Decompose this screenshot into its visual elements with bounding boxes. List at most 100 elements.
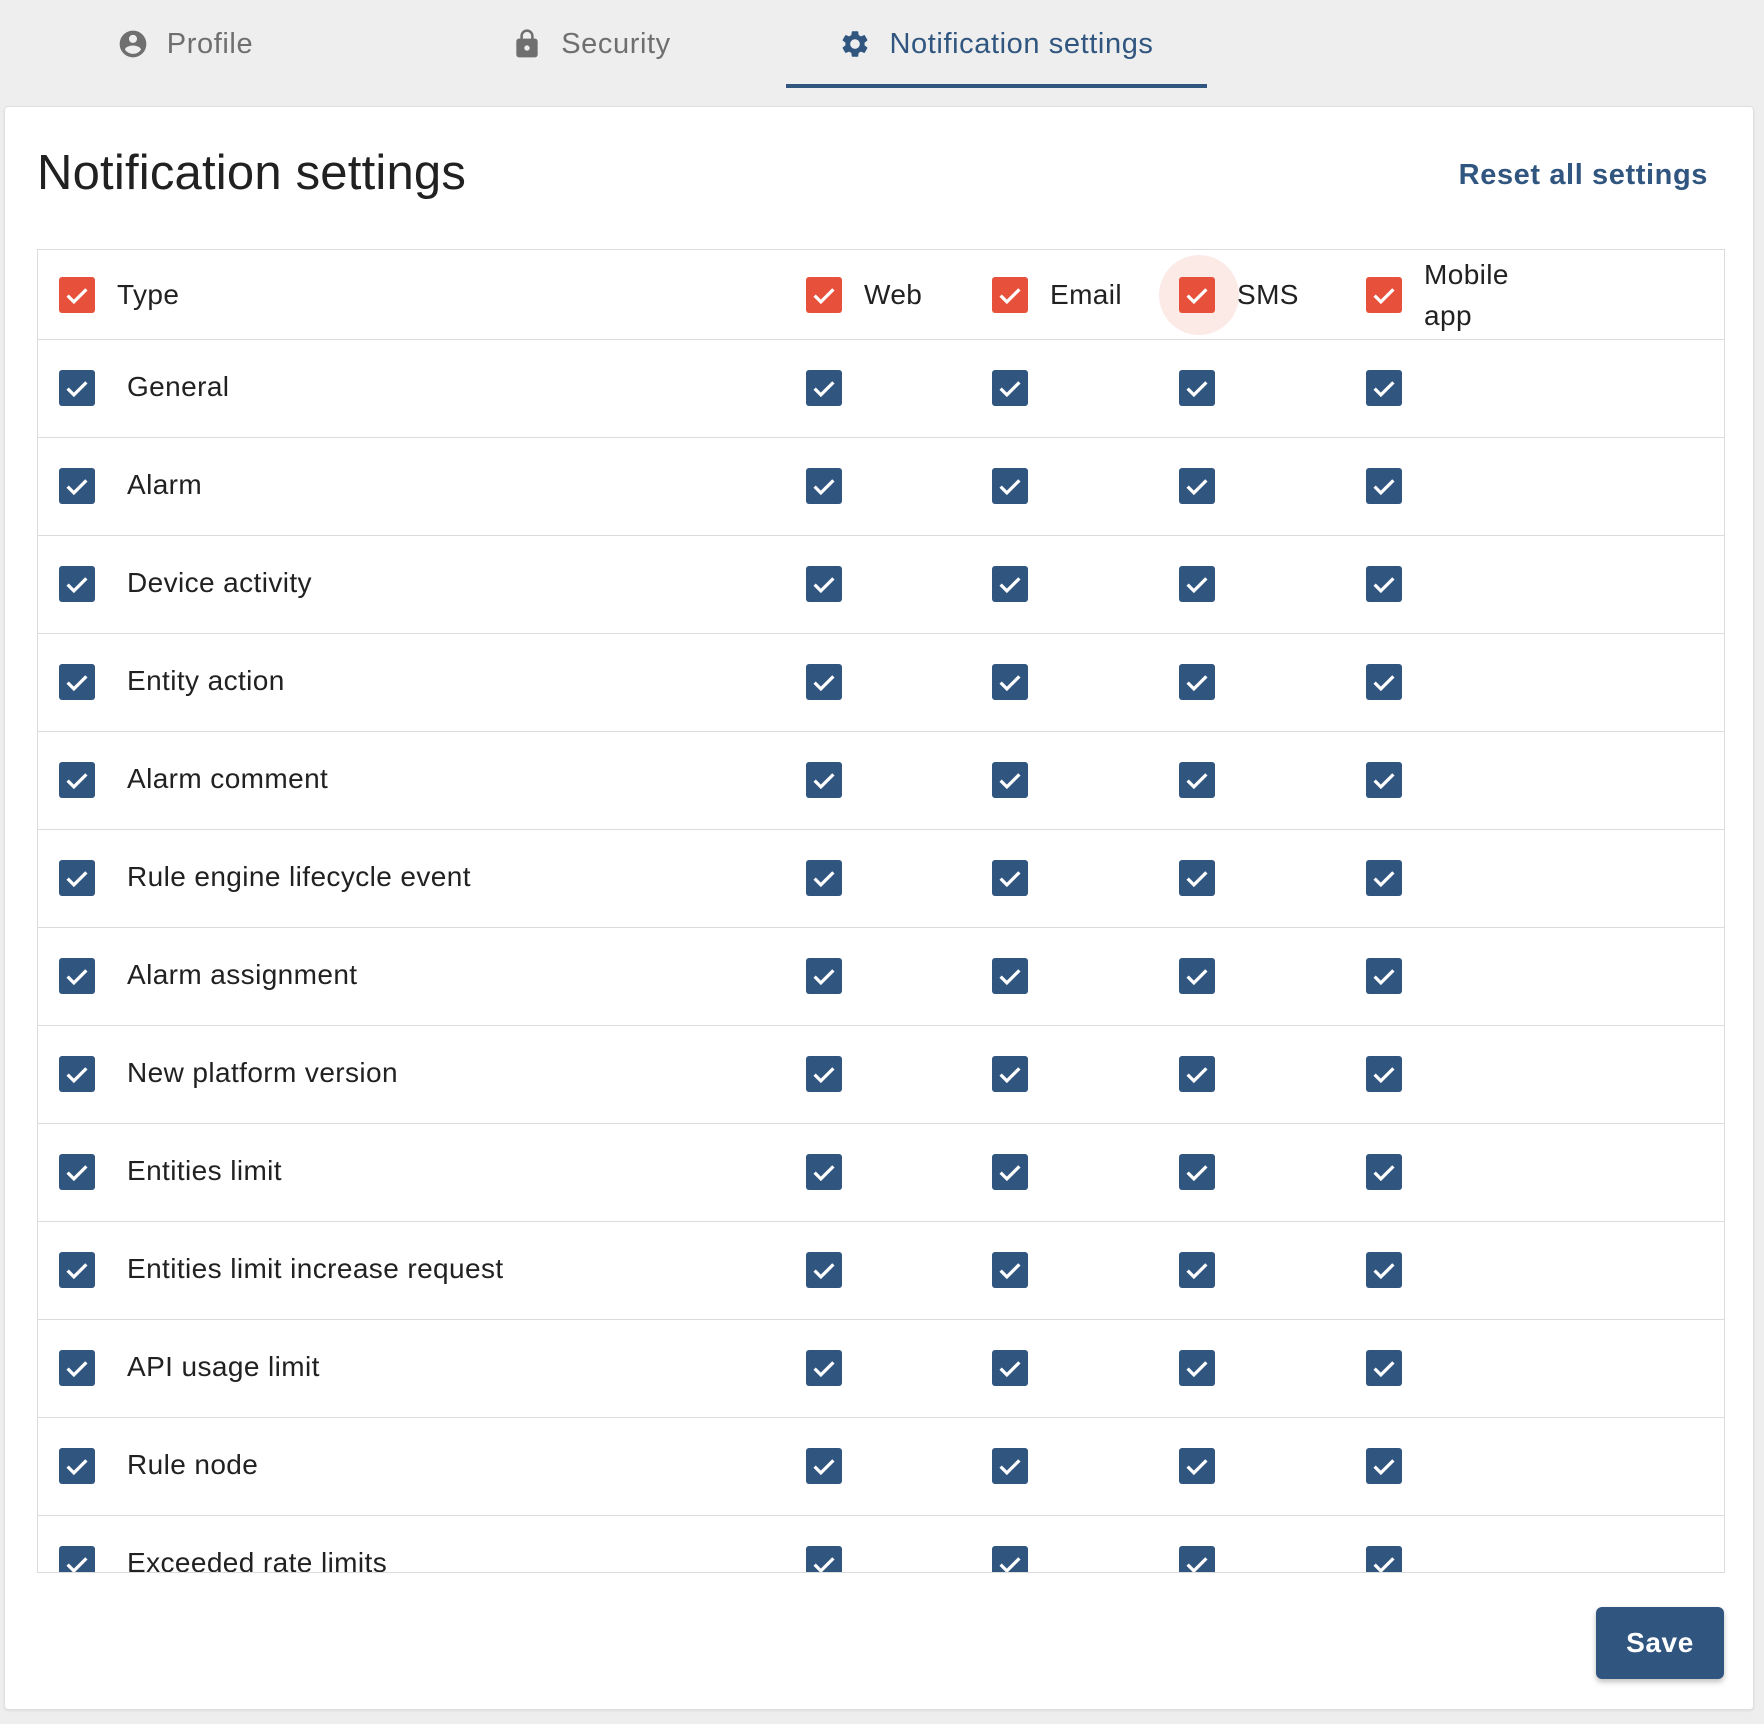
mobile-app-checkbox[interactable]	[1366, 958, 1402, 994]
check-icon	[1373, 1067, 1395, 1084]
row-select-checkbox[interactable]	[59, 860, 95, 896]
gear-icon	[839, 28, 871, 60]
row-type-label: Rule engine lifecycle event	[127, 861, 471, 892]
save-button[interactable]: Save	[1596, 1607, 1724, 1679]
web-checkbox[interactable]	[806, 1056, 842, 1092]
web-checkbox[interactable]	[806, 566, 842, 602]
mobile-app-checkbox[interactable]	[1366, 468, 1402, 504]
email-checkbox[interactable]	[992, 1056, 1028, 1092]
web-checkbox[interactable]	[806, 1546, 842, 1572]
tab-notification-settings[interactable]: Notification settings	[786, 0, 1207, 88]
mobile-app-checkbox[interactable]	[1366, 664, 1402, 700]
mobile-app-checkbox[interactable]	[1366, 1056, 1402, 1092]
sms-checkbox[interactable]	[1179, 370, 1215, 406]
web-checkbox[interactable]	[806, 958, 842, 994]
row-select-checkbox[interactable]	[59, 1448, 95, 1484]
sms-checkbox[interactable]	[1179, 664, 1215, 700]
notification-table[interactable]: Type Web Email SMS Mobile app GeneralAl	[37, 249, 1725, 1573]
mobile-app-checkbox[interactable]	[1366, 1448, 1402, 1484]
email-checkbox[interactable]	[992, 1448, 1028, 1484]
row-type-label: Alarm assignment	[127, 959, 358, 990]
check-icon	[66, 675, 88, 692]
mobile-app-checkbox[interactable]	[1366, 1154, 1402, 1190]
email-checkbox[interactable]	[992, 958, 1028, 994]
email-checkbox[interactable]	[992, 860, 1028, 896]
web-checkbox[interactable]	[806, 370, 842, 406]
tab-label: Security	[561, 27, 671, 60]
mobile-app-checkbox[interactable]	[1366, 860, 1402, 896]
sms-checkbox[interactable]	[1179, 860, 1215, 896]
sms-checkbox[interactable]	[1179, 958, 1215, 994]
table-row: New platform version	[38, 1026, 1724, 1124]
row-select-checkbox[interactable]	[59, 1350, 95, 1386]
check-icon	[1186, 288, 1208, 305]
check-icon	[813, 1557, 835, 1572]
tab-security[interactable]: Security	[486, 0, 696, 88]
sms-checkbox[interactable]	[1179, 1350, 1215, 1386]
header-mobile-app: Mobile app	[1424, 254, 1509, 336]
check-icon	[1373, 1557, 1395, 1572]
select-all-checkbox[interactable]	[59, 277, 95, 313]
web-checkbox[interactable]	[806, 1252, 842, 1288]
email-checkbox[interactable]	[992, 566, 1028, 602]
email-checkbox[interactable]	[992, 762, 1028, 798]
email-column-checkbox[interactable]	[992, 277, 1028, 313]
web-checkbox[interactable]	[806, 1350, 842, 1386]
sms-checkbox[interactable]	[1179, 1448, 1215, 1484]
check-icon	[999, 969, 1021, 986]
table-header-row: Type Web Email SMS Mobile app	[38, 250, 1724, 340]
email-checkbox[interactable]	[992, 664, 1028, 700]
check-icon	[66, 577, 88, 594]
row-select-checkbox[interactable]	[59, 762, 95, 798]
mobile-app-checkbox[interactable]	[1366, 370, 1402, 406]
sms-checkbox[interactable]	[1179, 1546, 1215, 1572]
sms-checkbox[interactable]	[1179, 762, 1215, 798]
email-checkbox[interactable]	[992, 468, 1028, 504]
row-select-checkbox[interactable]	[59, 370, 95, 406]
row-type-label: Rule node	[127, 1449, 259, 1480]
web-checkbox[interactable]	[806, 1154, 842, 1190]
tab-profile[interactable]: Profile	[90, 0, 280, 88]
email-checkbox[interactable]	[992, 370, 1028, 406]
sms-checkbox[interactable]	[1179, 566, 1215, 602]
sms-column-checkbox[interactable]	[1179, 277, 1215, 313]
web-checkbox[interactable]	[806, 664, 842, 700]
mobile-app-checkbox[interactable]	[1366, 1350, 1402, 1386]
mobile-app-checkbox[interactable]	[1366, 1252, 1402, 1288]
row-select-checkbox[interactable]	[59, 1154, 95, 1190]
row-select-checkbox[interactable]	[59, 664, 95, 700]
web-checkbox[interactable]	[806, 1448, 842, 1484]
reset-all-settings-link[interactable]: Reset all settings	[1459, 159, 1708, 192]
row-select-checkbox[interactable]	[59, 468, 95, 504]
mobile-app-checkbox[interactable]	[1366, 1546, 1402, 1572]
table-row: Rule engine lifecycle event	[38, 830, 1724, 928]
email-checkbox[interactable]	[992, 1546, 1028, 1572]
row-select-checkbox[interactable]	[59, 566, 95, 602]
header-mobile-line2: app	[1424, 300, 1472, 331]
row-select-checkbox[interactable]	[59, 958, 95, 994]
table-row: Exceeded rate limits	[38, 1516, 1724, 1572]
sms-checkbox[interactable]	[1179, 1252, 1215, 1288]
sms-checkbox[interactable]	[1179, 1056, 1215, 1092]
web-checkbox[interactable]	[806, 762, 842, 798]
table-row: Alarm comment	[38, 732, 1724, 830]
email-checkbox[interactable]	[992, 1252, 1028, 1288]
mobile-app-checkbox[interactable]	[1366, 762, 1402, 798]
mobile-app-checkbox[interactable]	[1366, 566, 1402, 602]
row-select-checkbox[interactable]	[59, 1546, 95, 1572]
web-checkbox[interactable]	[806, 860, 842, 896]
web-column-checkbox[interactable]	[806, 277, 842, 313]
lock-icon	[511, 28, 543, 60]
check-icon	[813, 288, 835, 305]
sms-checkbox[interactable]	[1179, 468, 1215, 504]
mobile-app-column-checkbox[interactable]	[1366, 277, 1402, 313]
row-select-checkbox[interactable]	[59, 1252, 95, 1288]
web-checkbox[interactable]	[806, 468, 842, 504]
email-checkbox[interactable]	[992, 1154, 1028, 1190]
check-icon	[813, 1263, 835, 1280]
check-icon	[66, 871, 88, 888]
sms-checkbox[interactable]	[1179, 1154, 1215, 1190]
email-checkbox[interactable]	[992, 1350, 1028, 1386]
row-select-checkbox[interactable]	[59, 1056, 95, 1092]
check-icon	[813, 381, 835, 398]
